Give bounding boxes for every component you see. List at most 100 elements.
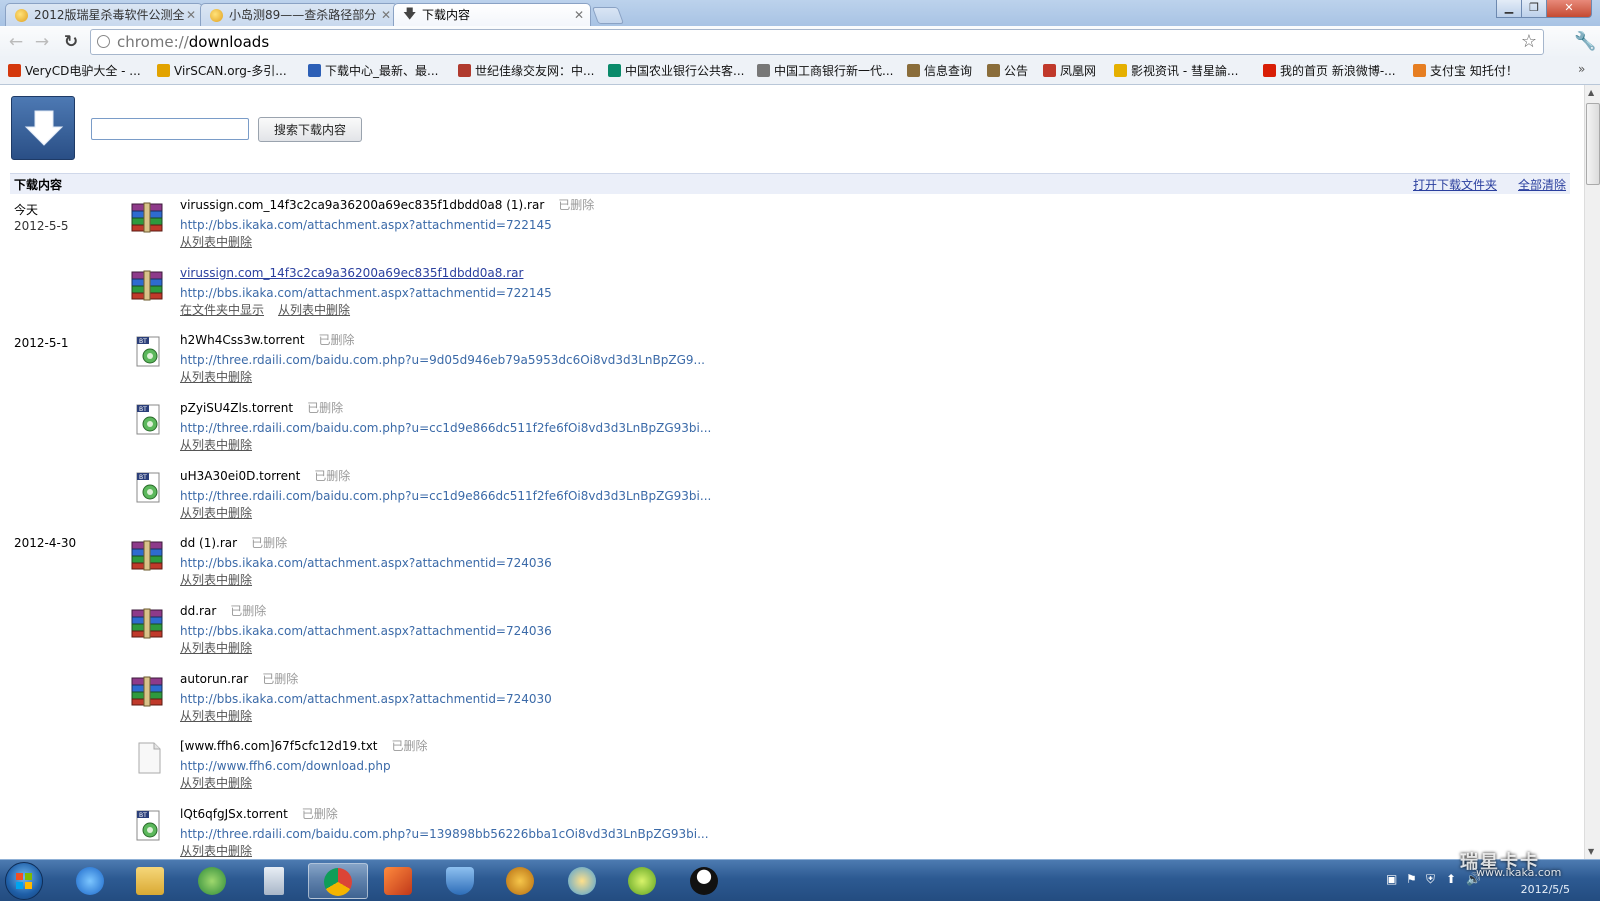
scroll-up-icon[interactable]: ▲	[1588, 88, 1594, 97]
bookmark-info-query[interactable]: 信息查询	[907, 62, 972, 80]
remove-from-list-link[interactable]: 从列表中删除	[278, 303, 350, 317]
document-icon	[907, 64, 920, 77]
tab-close-icon[interactable]: ✕	[574, 4, 584, 26]
wrench-menu-icon[interactable]: 🔧	[1574, 32, 1596, 52]
download-status: 已删除	[391, 739, 428, 753]
taskbar-network[interactable]	[186, 863, 238, 899]
download-source-url[interactable]: http://www.ffh6.com/download.php	[180, 758, 391, 774]
tray-network-icon[interactable]: ▣	[1386, 872, 1397, 886]
remove-from-list-link[interactable]: 从列表中删除	[180, 506, 252, 520]
download-status: 已删除	[318, 333, 355, 347]
forward-button[interactable]: →	[32, 32, 52, 52]
download-file-name-text: autorun.rar	[180, 672, 249, 686]
abchina-icon	[608, 64, 621, 77]
bookmarks-bar: VeryCD电驴大全 - ... VirSCAN.org-多引... 下载中心_…	[0, 58, 1600, 85]
tab-downloads[interactable]: 🡇 下载内容 ✕	[393, 3, 591, 26]
new-tab-button[interactable]	[591, 7, 625, 24]
download-source-url[interactable]: http://bbs.ikaka.com/attachment.aspx?att…	[180, 691, 552, 707]
taskbar-rising-monitor[interactable]	[556, 863, 608, 899]
bookmark-abchina[interactable]: 中国农业银行公共客...	[608, 62, 744, 80]
remove-from-list-link[interactable]: 从列表中删除	[180, 709, 252, 723]
bookmark-download-center[interactable]: 下载中心_最新、最...	[308, 62, 438, 80]
forum-favicon-icon	[15, 9, 28, 22]
show-in-folder-link[interactable]: 在文件夹中显示	[180, 303, 264, 317]
remove-from-list-link[interactable]: 从列表中删除	[180, 370, 252, 384]
bookmark-notice[interactable]: 公告	[987, 62, 1028, 80]
download-source-url[interactable]: http://three.rdaili.com/baidu.com.php?u=…	[180, 826, 709, 842]
bookmark-icbc[interactable]: 中国工商银行新一代...	[757, 62, 893, 80]
close-window-button[interactable]: ✕	[1546, 0, 1592, 18]
virscan-icon	[157, 64, 170, 77]
reload-button[interactable]: ↻	[61, 32, 81, 52]
remove-from-list-link[interactable]: 从列表中删除	[180, 438, 252, 452]
download-file-name-text: [www.ffh6.com]67f5cfc12d19.txt	[180, 739, 378, 753]
download-actions: 从列表中删除	[180, 572, 266, 588]
maximize-button[interactable]: ❐	[1521, 0, 1547, 18]
rar-icon	[131, 608, 163, 639]
bookmark-verycd[interactable]: VeryCD电驴大全 - ...	[8, 62, 141, 80]
taskbar-app[interactable]	[372, 863, 424, 899]
bookmark-virscan[interactable]: VirSCAN.org-多引...	[157, 62, 287, 80]
minimize-button[interactable]: ▁	[1496, 0, 1522, 18]
bookmark-film-news[interactable]: 影视资讯 - 彗星論...	[1114, 62, 1238, 80]
download-file-name: h2Wh4Css3w.torrent 已删除	[180, 332, 355, 348]
tab-close-icon[interactable]: ✕	[186, 4, 196, 26]
taskbar-ie[interactable]	[64, 863, 116, 899]
download-source-url[interactable]: http://three.rdaili.com/baidu.com.php?u=…	[180, 488, 711, 504]
remove-from-list-link[interactable]: 从列表中删除	[180, 776, 252, 790]
bookmarks-overflow-icon[interactable]: »	[1578, 62, 1585, 76]
tab-title: 2012版瑞星杀毒软件公测全	[34, 8, 185, 22]
search-downloads-button[interactable]: 搜索下载内容	[258, 117, 362, 142]
taskbar-download[interactable]	[616, 863, 668, 899]
rar-icon	[131, 540, 163, 571]
forum-favicon-icon	[210, 9, 223, 22]
remove-from-list-link[interactable]: 从列表中删除	[180, 844, 252, 858]
bookmark-ifeng[interactable]: 凤凰网	[1043, 62, 1096, 80]
tab-rising-forum[interactable]: 2012版瑞星杀毒软件公测全 ✕	[5, 3, 203, 26]
remove-from-list-link[interactable]: 从列表中删除	[180, 573, 252, 587]
rar-icon	[131, 270, 163, 301]
torrent-icon: BT	[136, 472, 160, 503]
download-file-name-text: h2Wh4Css3w.torrent	[180, 333, 305, 347]
download-source-url[interactable]: http://bbs.ikaka.com/attachment.aspx?att…	[180, 623, 552, 639]
taskbar-firewall[interactable]	[434, 863, 486, 899]
bookmark-jiayuan[interactable]: 世纪佳缘交友网：中...	[458, 62, 594, 80]
bookmark-alipay[interactable]: 支付宝 知托付！	[1413, 62, 1518, 80]
download-status: 已删除	[314, 469, 351, 483]
bookmark-star-icon[interactable]: ☆	[1521, 31, 1537, 53]
open-downloads-folder-link[interactable]: 打开下载文件夹	[1413, 176, 1497, 193]
clear-all-link[interactable]: 全部清除	[1518, 176, 1566, 193]
taskbar-explorer[interactable]	[124, 863, 176, 899]
taskbar-clock-date[interactable]: 2012/5/5	[1521, 883, 1570, 896]
remove-from-list-link[interactable]: 从列表中删除	[180, 235, 252, 249]
download-source-url[interactable]: http://bbs.ikaka.com/attachment.aspx?att…	[180, 285, 552, 301]
taskbar-chrome[interactable]	[308, 863, 368, 899]
tray-flag-icon[interactable]: ⚑	[1406, 872, 1417, 886]
search-downloads-input[interactable]	[91, 118, 249, 140]
remove-from-list-link[interactable]: 从列表中删除	[180, 641, 252, 655]
vertical-scrollbar[interactable]: ▲ ▼	[1584, 85, 1600, 859]
windows-taskbar: ▣ ⚑ ⛨ ⬆ 🔊 2012/5/5	[0, 859, 1600, 901]
bookmark-weibo[interactable]: 我的首页 新浪微博-...	[1263, 62, 1396, 80]
torrent-icon: BT	[136, 810, 160, 841]
taskbar-rising[interactable]	[494, 863, 546, 899]
svg-text:BT: BT	[139, 812, 147, 819]
download-source-url[interactable]: http://three.rdaili.com/baidu.com.php?u=…	[180, 420, 711, 436]
download-file-name[interactable]: virussign.com_14f3c2ca9a36200a69ec835f1d…	[180, 265, 523, 281]
tab-close-icon[interactable]: ✕	[381, 4, 391, 26]
download-status: 已删除	[558, 198, 595, 212]
scrollbar-thumb[interactable]	[1586, 103, 1600, 185]
address-bar[interactable]: chrome://downloads ☆	[90, 29, 1544, 55]
tray-shield-icon[interactable]: ⛨	[1426, 872, 1435, 887]
back-button[interactable]: ←	[6, 32, 26, 52]
download-file-name: lQt6qfgJSx.torrent 已删除	[180, 806, 338, 822]
download-source-url[interactable]: http://bbs.ikaka.com/attachment.aspx?att…	[180, 555, 552, 571]
download-source-url[interactable]: http://three.rdaili.com/baidu.com.php?u=…	[180, 352, 705, 368]
taskbar-calculator[interactable]	[248, 863, 300, 899]
taskbar-qq[interactable]	[678, 863, 730, 899]
tray-update-icon[interactable]: ⬆	[1446, 872, 1456, 886]
app-icon	[384, 867, 412, 895]
tab-xiaodao-test[interactable]: 小岛测89——查杀路径部分 ✕	[200, 3, 398, 26]
start-button[interactable]	[5, 862, 43, 900]
download-source-url[interactable]: http://bbs.ikaka.com/attachment.aspx?att…	[180, 217, 552, 233]
